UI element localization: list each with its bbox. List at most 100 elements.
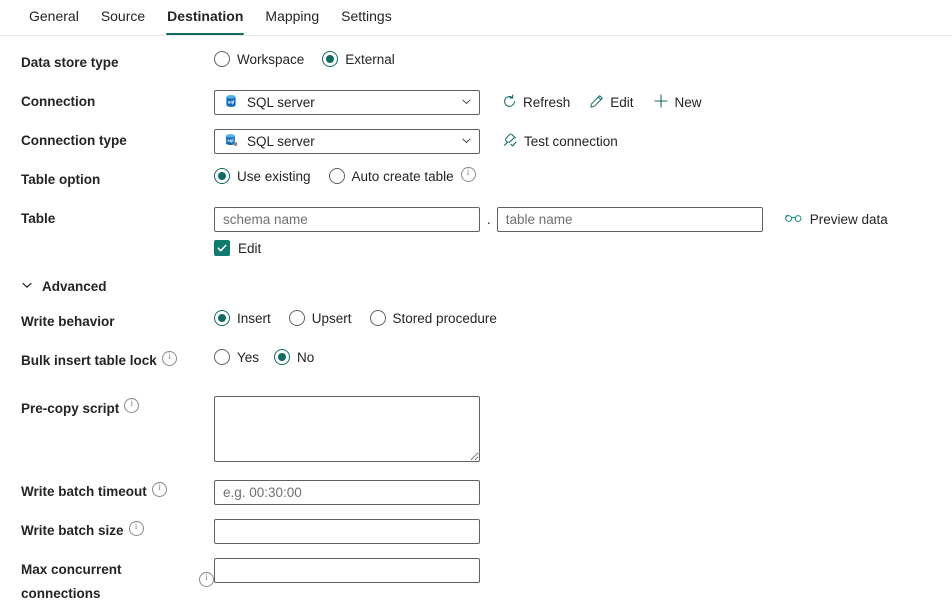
write-batch-timeout-info-icon[interactable] [152,482,167,497]
test-connection-commands: Test connection [494,129,626,154]
tab-source-label: Source [101,8,145,24]
table-option-radio-group: Use existing Auto create table [214,168,952,184]
tab-general[interactable]: General [18,0,90,35]
radio-upsert[interactable]: Upsert [289,310,352,326]
radio-external[interactable]: External [322,51,395,67]
tab-strip: General Source Destination Mapping Setti… [0,0,952,36]
radio-use-existing-dot [214,168,230,184]
bulk-insert-table-lock-info-icon[interactable] [162,351,177,366]
row-pre-copy-script: Pre-copy script [0,396,952,462]
bulk-insert-table-lock-radio-group: Yes No [214,349,952,365]
edit-checkbox-label: Edit [238,241,261,256]
radio-bulk-no[interactable]: No [274,349,314,365]
label-write-behavior: Write behavior [0,310,214,334]
radio-stored-procedure-label: Stored procedure [393,311,497,326]
row-connection: Connection sql SQL server [0,90,952,115]
svg-text:sql: sql [227,138,233,143]
preview-data-button[interactable]: Preview data [785,212,888,227]
edit-connection-label: Edit [610,95,633,110]
plug-check-icon [502,132,518,151]
connection-value: SQL server [247,95,452,110]
pre-copy-script-info-icon[interactable] [124,398,139,413]
radio-use-existing[interactable]: Use existing [214,168,311,184]
radio-workspace-label: Workspace [237,52,304,67]
label-data-store-type: Data store type [0,51,214,75]
label-connection-text: Connection [21,90,95,114]
radio-bulk-yes[interactable]: Yes [214,349,259,365]
connection-dropdown[interactable]: sql SQL server [214,90,480,115]
row-table-edit-checkbox: Edit [0,240,952,265]
label-max-concurrent-connections: Max concurrent connections [0,558,214,606]
label-max-concurrent-connections-text: Max concurrent connections [21,558,194,606]
label-table: Table [0,207,214,231]
radio-stored-procedure-dot [370,310,386,326]
table-name-input[interactable] [497,207,763,232]
refresh-label: Refresh [523,95,570,110]
new-connection-button[interactable]: New [645,90,710,115]
connection-controls: sql SQL server Refresh [214,90,952,115]
max-concurrent-connections-wrap [214,558,952,583]
sql-server-icon: sql [224,133,238,150]
plus-icon [653,93,669,112]
radio-bulk-yes-dot [214,349,230,365]
radio-bulk-yes-label: Yes [237,350,259,365]
label-write-batch-timeout: Write batch timeout [0,480,214,504]
radio-auto-create-table[interactable]: Auto create table [329,168,454,184]
write-batch-size-input[interactable] [214,519,480,544]
advanced-label: Advanced [42,279,107,294]
edit-connection-button[interactable]: Edit [581,91,641,115]
radio-auto-create-table-label: Auto create table [352,169,454,184]
radio-workspace-dot [214,51,230,67]
schema-name-input[interactable] [214,207,480,232]
radio-workspace[interactable]: Workspace [214,51,304,67]
label-table-text: Table [21,207,55,231]
max-concurrent-connections-input[interactable] [214,558,480,583]
edit-checkbox[interactable]: Edit [214,240,261,256]
radio-stored-procedure[interactable]: Stored procedure [370,310,497,326]
tab-general-label: General [29,8,79,24]
tab-mapping[interactable]: Mapping [254,0,330,35]
connection-type-controls: sql SQL server [214,129,952,154]
row-write-batch-timeout: Write batch timeout [0,480,952,505]
chevron-down-icon [461,95,472,110]
radio-upsert-dot [289,310,305,326]
data-store-type-radio-group: Workspace External [214,51,952,67]
destination-form: Data store type Workspace External Conne… [0,36,952,606]
chevron-down-icon [21,279,33,294]
auto-create-table-info-icon[interactable] [461,167,476,182]
preview-data-label: Preview data [810,212,888,227]
test-connection-button[interactable]: Test connection [494,129,626,154]
radio-insert[interactable]: Insert [214,310,271,326]
row-data-store-type: Data store type Workspace External [0,51,952,76]
label-write-batch-size-text: Write batch size [21,519,124,543]
row-table-option: Table option Use existing Auto create ta… [0,168,952,193]
tab-source[interactable]: Source [90,0,156,35]
refresh-icon [502,94,517,112]
label-table-option: Table option [0,168,214,192]
radio-auto-create-table-dot [329,168,345,184]
radio-insert-label: Insert [237,311,271,326]
pre-copy-script-textarea[interactable] [214,396,480,462]
tab-settings[interactable]: Settings [330,0,403,35]
label-pre-copy-script-text: Pre-copy script [21,397,119,421]
advanced-section-toggle[interactable]: Advanced [0,279,952,294]
row-max-concurrent-connections: Max concurrent connections [0,558,952,606]
label-bulk-insert-table-lock: Bulk insert table lock [0,349,214,373]
write-batch-size-info-icon[interactable] [129,521,144,536]
write-batch-timeout-input[interactable] [214,480,480,505]
tab-settings-label: Settings [341,8,392,24]
radio-use-existing-label: Use existing [237,169,311,184]
radio-external-dot [322,51,338,67]
refresh-button[interactable]: Refresh [494,91,578,115]
tab-destination-label: Destination [167,8,243,24]
check-icon [216,242,228,254]
label-write-batch-timeout-text: Write batch timeout [21,480,147,504]
connection-type-dropdown[interactable]: sql SQL server [214,129,480,154]
tab-destination[interactable]: Destination [156,0,254,35]
label-write-batch-size: Write batch size [0,519,214,543]
write-batch-timeout-wrap [214,480,952,505]
label-pre-copy-script: Pre-copy script [0,396,214,421]
chevron-down-icon [461,134,472,149]
row-write-batch-size: Write batch size [0,519,952,544]
row-bulk-insert-table-lock: Bulk insert table lock Yes No [0,349,952,374]
